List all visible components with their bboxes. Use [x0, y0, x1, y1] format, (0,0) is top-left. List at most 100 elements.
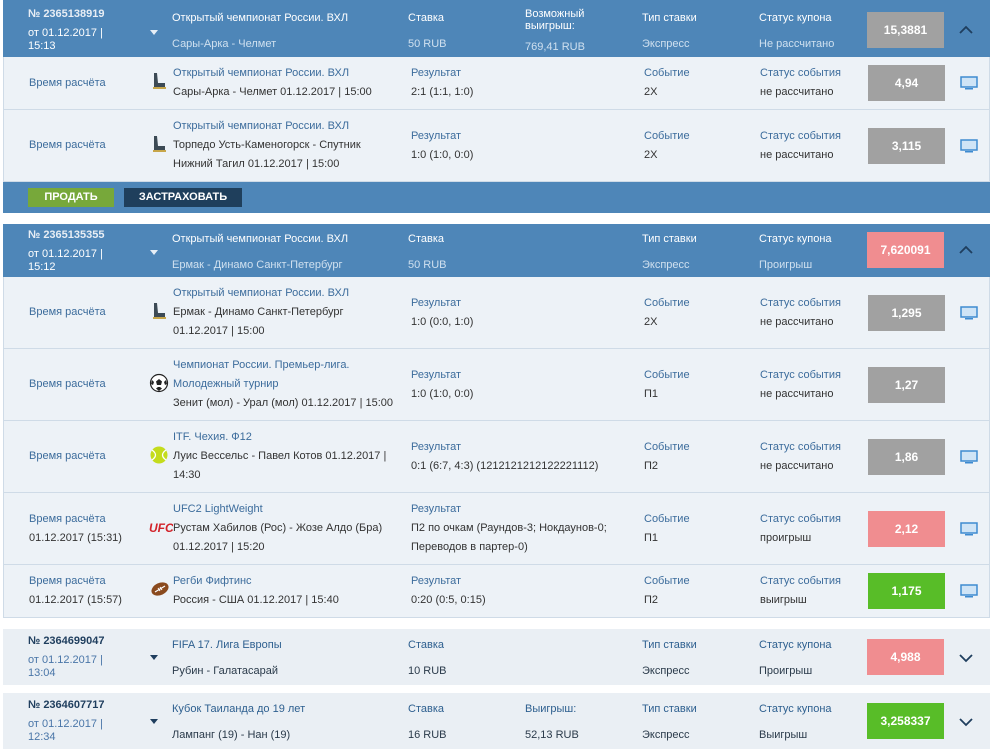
monitor-icon[interactable] [960, 139, 978, 153]
event-status-block: Статус события не рассчитано [760, 366, 841, 404]
result-label: Результат [411, 575, 462, 587]
monitor-icon[interactable] [960, 584, 978, 598]
stake-value: 10 RUB [408, 665, 447, 677]
event-status-block: Статус события не рассчитано [760, 294, 841, 332]
event-info: Открытый чемпионат России. ВХЛ Сары-Арка… [173, 64, 372, 102]
monitor-icon[interactable] [960, 450, 978, 464]
event-status-block: Статус события не рассчитано [760, 64, 841, 102]
league-link[interactable]: Открытый чемпионат России. ВХЛ [173, 64, 372, 83]
match-line: 01.12.2017 | 15:00 [173, 325, 265, 337]
event-block: Событие 2Х [644, 64, 690, 102]
calc-time-label: Время расчёта [29, 77, 106, 89]
monitor-icon[interactable] [960, 522, 978, 536]
event-info: Чемпионат России. Премьер-лига. Молодежн… [173, 356, 393, 413]
coupon-date: от 01.12.2017 | 12:34 [28, 718, 103, 743]
stake-label: Ставка [408, 12, 444, 24]
event-label: Событие [644, 369, 690, 381]
chevron-down-icon[interactable] [958, 650, 974, 666]
league-link[interactable]: Регби Фифтинс [173, 572, 339, 591]
result-label: Результат [411, 503, 462, 515]
match-line: Ермак - Динамо Санкт-Петербург [173, 306, 344, 318]
result-label: Результат [411, 441, 462, 453]
league-link[interactable]: Открытый чемпионат России. ВХЛ [173, 117, 361, 136]
match-line: Луис Вессельс - Павел Котов 01.12.2017 | [173, 450, 387, 462]
league-link[interactable]: ITF. Чехия. Ф12 [173, 428, 386, 447]
result-block: Результат 0:20 (0:5, 0:15) [411, 572, 486, 610]
event-odds: 1,27 [868, 367, 945, 403]
coupon-id: № 2365135355 [28, 229, 105, 241]
event-odds: 3,115 [868, 128, 945, 164]
event-info: Регби Фифтинс Россия - США 01.12.2017 | … [173, 572, 339, 610]
result-line: 2:1 (1:1, 1:0) [411, 86, 474, 98]
bet-type-value: Экспресс [642, 665, 690, 677]
coupon-date: от 01.12.2017 | 15:13 [28, 27, 103, 52]
calc-time-label: Время расчёта [29, 306, 106, 318]
result-block: Результат 1:0 (0:0, 1:0) [411, 294, 473, 332]
event-block: Событие П1 [644, 366, 690, 404]
caret-down-icon[interactable] [150, 30, 158, 35]
monitor-icon[interactable] [960, 76, 978, 90]
caret-down-icon[interactable] [150, 250, 158, 255]
event-status-label: Статус события [760, 441, 841, 453]
chevron-down-icon[interactable] [958, 714, 974, 730]
event-status-value: не рассчитано [760, 149, 834, 161]
result-block: Результат 2:1 (1:1, 1:0) [411, 64, 473, 102]
event-info: ITF. Чехия. Ф12 Луис Вессельс - Павел Ко… [173, 428, 386, 485]
calc-time-label: Время расчёта [29, 378, 106, 390]
chevron-up-icon[interactable] [958, 22, 974, 38]
coupon-odds: 3,258337 [867, 703, 944, 739]
match-line: Россия - США 01.12.2017 | 15:40 [173, 594, 339, 606]
event-block: Событие 2Х [644, 127, 690, 165]
ufc-icon: UFC [149, 521, 173, 535]
coupon-odds: 4,988 [867, 639, 944, 675]
event-block: Событие П2 [644, 438, 690, 476]
event-value: 2Х [644, 149, 658, 161]
event-odds: 1,175 [868, 573, 945, 609]
monitor-icon[interactable] [960, 306, 978, 320]
event-status-block: Статус события проигрыш [760, 510, 841, 548]
possible-win-label: Возможный выигрыш: [525, 8, 585, 32]
coupon-status-value: Выигрыш [759, 729, 808, 741]
hockey-icon [153, 73, 166, 89]
event-label: Событие [644, 513, 690, 525]
calc-time-label: Время расчёта [29, 513, 106, 525]
win-value: 52,13 RUB [525, 729, 579, 741]
result-line: 0:20 (0:5, 0:15) [411, 594, 486, 606]
caret-down-icon[interactable] [150, 719, 158, 724]
bet-type-value: Экспресс [642, 38, 690, 50]
stake-value: 16 RUB [408, 729, 447, 741]
league-link[interactable]: Чемпионат России. Премьер-лига. [173, 356, 393, 375]
coupon-header[interactable]: № 2364699047 от 01.12.2017 | 13:04 FIFA … [3, 629, 990, 685]
coupon-status-label: Статус купона [759, 639, 832, 651]
league-label: Открытый чемпионат России. ВХЛ [172, 12, 349, 24]
league-link[interactable]: Открытый чемпионат России. ВХЛ [173, 284, 349, 303]
coupon-header[interactable]: № 2365138919 от 01.12.2017 | 15:13 Откры… [3, 0, 990, 57]
result-label: Результат [411, 130, 462, 142]
coupon-2364699047: № 2364699047 от 01.12.2017 | 13:04 FIFA … [3, 629, 990, 685]
event-info: Открытый чемпионат России. ВХЛ Ермак - Д… [173, 284, 349, 341]
result-block: Результат 1:0 (1:0, 0:0) [411, 366, 473, 404]
caret-down-icon[interactable] [150, 655, 158, 660]
league-label: FIFA 17. Лига Европы [172, 639, 282, 651]
insure-button[interactable]: ЗАСТРАХОВАТЬ [124, 188, 242, 207]
sell-button[interactable]: ПРОДАТЬ [28, 188, 114, 207]
event-status-label: Статус события [760, 513, 841, 525]
football-icon [149, 373, 169, 393]
coupon-header[interactable]: № 2364607717 от 01.12.2017 | 12:34 Кубок… [3, 693, 990, 749]
coupon-date: от 01.12.2017 | 15:12 [28, 248, 103, 273]
match-line: Зенит (мол) - Урал (мол) 01.12.2017 | 15… [173, 397, 394, 409]
result-line: 1:0 (1:0, 0:0) [411, 149, 474, 161]
league-link[interactable]: UFC2 LightWeight [173, 500, 382, 519]
match-line: Торпедо Усть-Каменогорск - Спутник [173, 139, 361, 151]
result-block: Результат 0:1 (6:7, 4:3) (12121212121222… [411, 438, 598, 476]
event-value: П2 [644, 460, 659, 472]
event-row: Время расчёта Открытый чемпионат России.… [3, 110, 990, 182]
league-link-line2[interactable]: Молодежный турнир [173, 375, 393, 394]
chevron-up-icon[interactable] [958, 242, 974, 258]
coupon-2364607717: № 2364607717 от 01.12.2017 | 12:34 Кубок… [3, 693, 990, 749]
stake-label: Ставка [408, 639, 444, 651]
coupon-header[interactable]: № 2365135355 от 01.12.2017 | 15:12 Откры… [3, 224, 990, 277]
event-row: Время расчёта 01.12.2017 (15:57) Регби Ф… [3, 565, 990, 618]
stake-value: 50 RUB [408, 38, 447, 50]
league-label: Открытый чемпионат России. ВХЛ [172, 233, 349, 245]
